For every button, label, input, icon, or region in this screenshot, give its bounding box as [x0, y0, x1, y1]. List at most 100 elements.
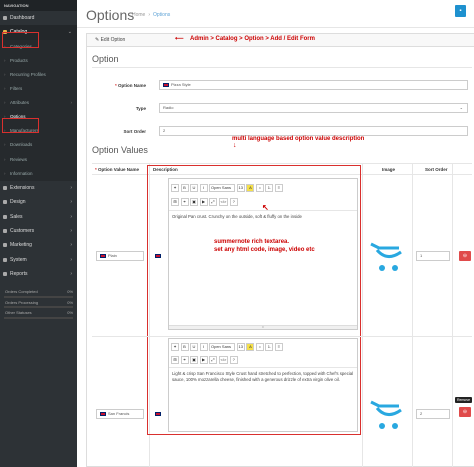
annotation-arrow-path: ⟵ — [175, 36, 184, 42]
nav-item-system[interactable]: System › — [0, 253, 77, 267]
nav-item-design[interactable]: Design › — [0, 195, 77, 209]
breadcrumb-current[interactable]: Options — [153, 12, 170, 18]
resize-handle[interactable]: ≡ — [169, 325, 357, 329]
font-size-select[interactable]: 13 — [236, 184, 245, 192]
nav-item-marketing[interactable]: Marketing › — [0, 238, 77, 252]
italic-button[interactable]: I — [199, 343, 208, 351]
cart-image[interactable] — [369, 240, 405, 274]
editor-toolbar-row1: ✦ B U I Open Sans 13 A • 1. ≡ — [171, 343, 283, 351]
breadcrumb: Home › Options — [132, 12, 171, 18]
nav-item-customers[interactable]: Customers › — [0, 224, 77, 238]
description-text[interactable]: Original Pan crust. Crunchy on the outsi… — [172, 214, 356, 220]
highlight-options — [2, 118, 39, 133]
link-icon[interactable]: ⚭ — [180, 198, 189, 206]
video-icon[interactable]: ▶ — [199, 198, 208, 206]
desktop-icon — [3, 200, 7, 205]
bold-button[interactable]: B — [180, 343, 189, 351]
value-name-input[interactable]: Plain — [96, 251, 144, 261]
sort-order-row2-input[interactable]: 2 — [416, 409, 450, 419]
underline-button[interactable]: U — [190, 184, 198, 192]
paragraph-button[interactable]: ≡ — [274, 184, 283, 192]
sub-label: Downloads — [10, 142, 33, 148]
nav-item-reports[interactable]: Reports › — [0, 267, 77, 281]
chevron-down-icon: ⌄ — [67, 29, 72, 36]
nav-label: Reports — [10, 271, 28, 278]
sub-label: Filters — [10, 86, 23, 92]
font-family-select[interactable]: Open Sans — [209, 184, 235, 192]
code-view-icon[interactable]: </> — [218, 356, 229, 364]
description-text[interactable]: Light & crisp San Francisco Style Crust … — [172, 371, 356, 383]
sub-label: Reviews — [10, 156, 28, 162]
paragraph-button[interactable]: ≡ — [274, 343, 283, 351]
annotation-arrow-up: ↖ — [262, 203, 269, 212]
code-view-icon[interactable]: </> — [218, 198, 229, 206]
font-family-select[interactable]: Open Sans — [209, 343, 235, 351]
fullscreen-icon[interactable]: ⤢ — [209, 356, 217, 364]
chevron-right-icon: › — [70, 227, 72, 234]
option-name-label: * Option Name — [114, 83, 146, 88]
editor-toolbar-row2: ⊞ ⚭ ▣ ▶ ⤢ </> ? — [171, 198, 238, 206]
value-name-input[interactable]: San Francis — [96, 409, 144, 419]
table-icon[interactable]: ⊞ — [171, 356, 179, 364]
nav-label: Dashboard — [10, 15, 35, 21]
remove-row2-button[interactable]: ⊖ — [459, 407, 471, 417]
sort-order-row1-input[interactable]: 1 — [416, 251, 450, 261]
unordered-list-button[interactable]: • — [255, 343, 264, 351]
image-icon[interactable]: ▣ — [190, 356, 198, 364]
ordered-list-button[interactable]: 1. — [265, 343, 274, 351]
option-name-input[interactable]: Pizza Style — [159, 80, 468, 90]
sidebar: NAVIGATION Dashboard Catalog ⌄ › Categorie… — [0, 0, 77, 467]
sub-item-products[interactable]: › Products — [0, 53, 77, 68]
editor-toolbar-row2: ⊞ ⚭ ▣ ▶ ⤢ </> ? — [171, 356, 238, 364]
ordered-list-button[interactable]: 1. — [265, 184, 274, 192]
sub-item-information[interactable]: › Information — [0, 166, 77, 181]
type-select[interactable]: Radio ⌄ — [159, 103, 468, 113]
sub-item-filters[interactable]: › Filters — [0, 82, 77, 97]
nav-item-sales[interactable]: Sales › — [0, 210, 77, 224]
breadcrumb-home[interactable]: Home — [132, 12, 145, 18]
nav-item-extensions[interactable]: Extensions › — [0, 181, 77, 195]
nav-item-dashboard[interactable]: Dashboard — [0, 11, 77, 25]
video-icon[interactable]: ▶ — [199, 356, 208, 364]
page-header: Options Home › Options — [77, 0, 474, 28]
help-icon[interactable]: ? — [229, 356, 238, 364]
remove-tooltip: Remove — [455, 397, 473, 403]
remove-row1-button[interactable]: ⊖ — [459, 251, 471, 261]
sub-item-downloads[interactable]: › Downloads — [0, 138, 77, 153]
underline-button[interactable]: U — [190, 343, 198, 351]
unordered-list-button[interactable]: • — [255, 184, 264, 192]
magic-icon[interactable]: ✦ — [171, 343, 179, 351]
app: NAVIGATION Dashboard Catalog ⌄ › Categorie… — [0, 0, 474, 467]
summernote-editor[interactable]: ✦ B U I Open Sans 13 A • 1. ≡ ⊞ ⚭ ▣ ▶ ⤢ … — [168, 338, 358, 432]
minus-circle-icon: ⊖ — [462, 253, 468, 259]
image-icon[interactable]: ▣ — [190, 198, 198, 206]
fullscreen-icon[interactable]: ⤢ — [209, 198, 217, 206]
font-size-select[interactable]: 13 — [236, 343, 245, 351]
sub-item-reviews[interactable]: › Reviews — [0, 152, 77, 167]
sub-label: Attributes — [10, 100, 30, 106]
chevron-right-icon: › — [70, 199, 72, 206]
chevron-right-icon: › — [70, 271, 72, 278]
minus-circle-icon: ⊖ — [462, 409, 468, 415]
magic-icon[interactable]: ✦ — [171, 184, 179, 192]
summernote-editor[interactable]: ✦ B U I Open Sans 13 A • 1. ≡ ⊞ ⚭ ▣ ▶ ⤢ … — [168, 178, 358, 330]
sort-order-input[interactable]: 2 — [159, 126, 468, 136]
sub-item-attributes[interactable]: › Attributes › — [0, 96, 77, 111]
bold-button[interactable]: B — [180, 184, 189, 192]
chevron-right-icon: › — [70, 242, 72, 249]
italic-button[interactable]: I — [199, 184, 208, 192]
progress-bar — [4, 295, 73, 298]
link-icon[interactable]: ⚭ — [180, 356, 189, 364]
page-title: Options — [86, 7, 135, 23]
table-icon[interactable]: ⊞ — [171, 198, 179, 206]
help-icon[interactable]: ? — [229, 198, 238, 206]
type-label: Type — [135, 106, 146, 111]
save-button[interactable]: ▪ — [455, 5, 466, 17]
color-button[interactable]: A — [246, 343, 255, 351]
cart-image[interactable] — [369, 398, 405, 432]
input-value: Plain — [108, 253, 117, 258]
highlight-catalog — [2, 32, 39, 48]
color-button[interactable]: A — [246, 184, 255, 192]
sub-item-recurring[interactable]: › Recurring Profiles — [0, 67, 77, 83]
label-text: Option Name — [117, 83, 146, 88]
